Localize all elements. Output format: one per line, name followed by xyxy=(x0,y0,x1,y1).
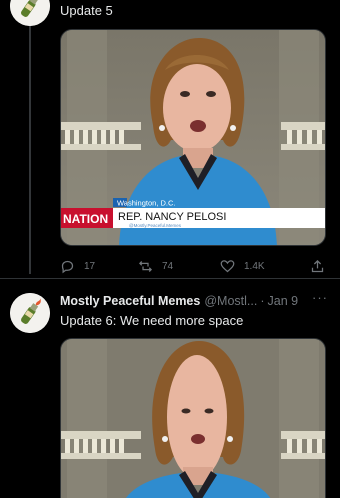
molotov-cocktail-avatar-icon xyxy=(10,293,50,333)
more-options-icon[interactable]: ··· xyxy=(312,291,327,307)
user-handle[interactable]: @Mostl... xyxy=(204,294,257,308)
share-button[interactable] xyxy=(310,256,334,276)
tweet-media-image[interactable] xyxy=(60,338,326,498)
retweet-button[interactable]: 74 xyxy=(138,256,173,276)
reply-count: 17 xyxy=(84,260,96,272)
like-count: 1.4K xyxy=(244,260,265,272)
molotov-cocktail-avatar-icon xyxy=(10,0,50,26)
tweet-header: Mostly Peaceful Memes @Mostl... · Jan 9 xyxy=(60,293,298,309)
tweet-actions-bar: 17 74 1.4K xyxy=(60,256,326,276)
network-logo: NATION xyxy=(63,212,108,226)
separator: · xyxy=(260,294,265,308)
retweet-icon xyxy=(138,260,153,272)
avatar[interactable] xyxy=(10,293,50,333)
reply-icon xyxy=(61,260,74,273)
share-icon xyxy=(311,259,324,272)
chyron-subtitle: @Mostly.Peaceful.Memes xyxy=(129,223,182,228)
tweet-date[interactable]: Jan 9 xyxy=(268,294,299,308)
retweet-count: 74 xyxy=(162,260,174,272)
thread-connector-line xyxy=(29,26,31,274)
chyron-name: REP. NANCY PELOSI xyxy=(118,211,226,223)
reply-button[interactable]: 17 xyxy=(60,256,95,276)
like-button[interactable]: 1.4K xyxy=(220,256,265,276)
chyron-location: Washington, D.C. xyxy=(117,199,176,208)
tweet-media-image[interactable]: Washington, D.C. NATION REP. NANCY PELOS… xyxy=(60,29,326,246)
tweet-divider xyxy=(0,278,340,279)
display-name[interactable]: Mostly Peaceful Memes xyxy=(60,294,200,308)
tweet-text: Update 5 xyxy=(60,3,113,18)
tweet-text: Update 6: We need more space xyxy=(60,313,244,328)
avatar[interactable] xyxy=(10,0,50,26)
heart-icon xyxy=(220,259,235,272)
